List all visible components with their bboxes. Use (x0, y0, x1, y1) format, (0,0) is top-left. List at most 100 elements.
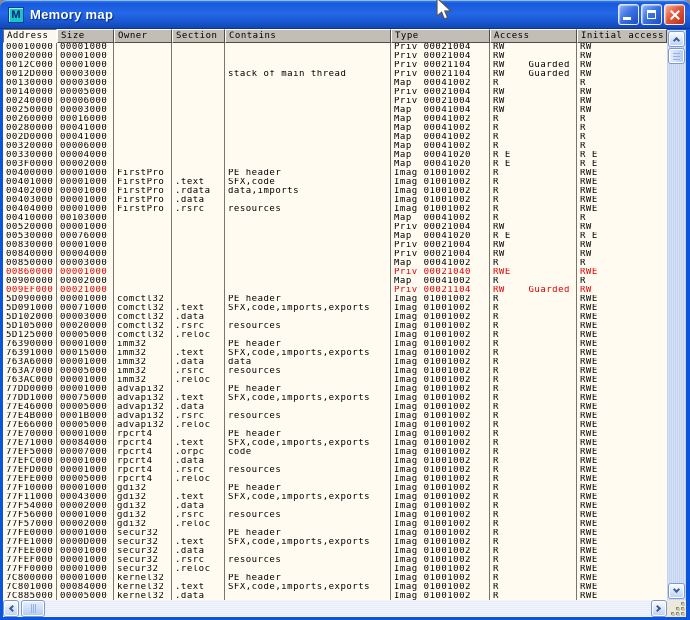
table-row[interactable]: 77E4B0000001B000advapi32.rsrcresourcesIm… (3, 412, 667, 421)
maximize-button[interactable] (641, 4, 662, 25)
table-row[interactable]: 003F000000002000Map 00041020R ER E (3, 160, 667, 169)
table-row[interactable]: 77E6600000005000advapi32.relocImag 01001… (3, 421, 667, 430)
table-row[interactable]: 0026000000016000Map 00041002RR (3, 115, 667, 124)
scroll-up-button[interactable] (668, 31, 685, 47)
scroll-right-button[interactable] (651, 600, 667, 617)
table-row[interactable]: 0025000000003000Map 00041004RWRW (3, 106, 667, 115)
table-row[interactable]: 009EF00000021000Priv 00021104RW GuardedR… (3, 286, 667, 295)
table-row[interactable]: 5D09100000071000comctl32.textSFX,code,im… (3, 304, 667, 313)
column-header-type[interactable]: Type (391, 29, 490, 43)
table-row[interactable]: 0052000000001000Priv 00021004RWRW (3, 223, 667, 232)
table-row[interactable]: 77EFC00000001000rpcrt4.dataImag 01001002… (3, 457, 667, 466)
table-row[interactable]: 0028000000041000Map 00041002RR (3, 124, 667, 133)
table-row[interactable]: 0040300000001000FirstPro.dataImag 010010… (3, 196, 667, 205)
column-header-owner[interactable]: Owner (114, 29, 172, 43)
table-row[interactable]: 5D10500000020000comctl32.rsrcresourcesIm… (3, 322, 667, 331)
cell-contains (225, 421, 391, 430)
column-header-address[interactable]: Address (3, 29, 57, 43)
table-row[interactable]: 0040000000001000FirstProPE headerImag 01… (3, 169, 667, 178)
cell-address: 00320000 (3, 142, 57, 151)
cell-initial-access: RWE (577, 592, 667, 600)
cell-access: R (490, 133, 577, 142)
minimize-button[interactable] (618, 4, 639, 25)
vertical-scrollbar[interactable] (667, 30, 686, 600)
table-row[interactable]: 77F1100000043000gdi32.textSFX,code,impor… (3, 493, 667, 502)
table-row[interactable]: 0090000000002000Map 00041002RR (3, 277, 667, 286)
resize-grip[interactable] (672, 603, 685, 616)
table-row[interactable]: 77FE10000000D000secur32.textSFX,code,imp… (3, 538, 667, 547)
table-row[interactable]: 7C80100000084000kernel32.textSFX,code,im… (3, 583, 667, 592)
table-row[interactable]: 0013000000003000Map 00041002RR (3, 79, 667, 88)
table-row[interactable]: 77FEE00000001000secur32.dataImag 0100100… (3, 547, 667, 556)
close-button[interactable] (664, 4, 685, 25)
table-row[interactable]: 0040200000001000FirstPro.rdatadata,impor… (3, 187, 667, 196)
table-row[interactable]: 5D10200000003000comctl32.dataImag 010010… (3, 313, 667, 322)
table-row[interactable]: 0040100000001000FirstPro.textSFX,codeIma… (3, 178, 667, 187)
table-row[interactable]: 763AC00000001000imm32.relocImag 01001002… (3, 376, 667, 385)
column-header-section[interactable]: Section (172, 29, 225, 43)
table-row[interactable]: 763A700000005000imm32.rsrcresourcesImag … (3, 367, 667, 376)
cell-type: Priv 00021004 (391, 43, 490, 52)
table-row[interactable]: 77DD100000075000advapi32.textSFX,code,im… (3, 394, 667, 403)
table-row[interactable]: 77F5600000001000gdi32.rsrcresourcesImag … (3, 511, 667, 520)
table-row[interactable]: 0012D00000003000stack of main threadPriv… (3, 70, 667, 79)
cell-section (172, 124, 225, 133)
table-row[interactable]: 77FF000000001000secur32.relocImag 010010… (3, 565, 667, 574)
scroll-left-button[interactable] (3, 600, 19, 617)
table-row[interactable]: 0041000000103000Map 00041002RR (3, 214, 667, 223)
table-row[interactable]: 0040400000001000FirstPro.rsrcresourcesIm… (3, 205, 667, 214)
table-row[interactable]: 763A600000001000imm32.datadataImag 01001… (3, 358, 667, 367)
cell-type: Imag 01001002 (391, 295, 490, 304)
table-row[interactable]: 7639000000001000imm32PE headerImag 01001… (3, 340, 667, 349)
scroll-down-button[interactable] (668, 583, 685, 599)
column-header-initial-access[interactable]: Initial access (577, 29, 667, 43)
table-row[interactable]: 0002000000001000Priv 00021004RWRW (3, 52, 667, 61)
table-row[interactable]: 7C88500000005000kernel32.dataImag 010010… (3, 592, 667, 600)
column-header-access[interactable]: Access (490, 29, 577, 43)
table-row[interactable]: 0083000000001000Priv 00021004RWRW (3, 241, 667, 250)
table-row[interactable]: 77E7100000084000rpcrt4.textSFX,code,impo… (3, 439, 667, 448)
table-row[interactable]: 77F1000000001000gdi32PE headerImag 01001… (3, 484, 667, 493)
table-row[interactable]: 0032000000006000Map 00041002RR (3, 142, 667, 151)
table-row[interactable]: 7C80000000001000kernel32PE headerImag 01… (3, 574, 667, 583)
cell-owner (114, 97, 172, 106)
table-row[interactable]: 0024000000006000Priv 00021004RWRW (3, 97, 667, 106)
horizontal-scrollbar[interactable] (3, 600, 667, 617)
table-row[interactable]: 0012C00000001000Priv 00021104RW GuardedR… (3, 61, 667, 70)
table-row[interactable]: 0033000000004000Map 00041020R ER E (3, 151, 667, 160)
table-row[interactable]: 002D000000041000Map 00041002RR (3, 133, 667, 142)
table-row[interactable]: 77EFD00000001000rpcrt4.rsrcresourcesImag… (3, 466, 667, 475)
cell-address: 5D091000 (3, 304, 57, 313)
table-row[interactable]: 0085000000003000Map 00041002RR (3, 259, 667, 268)
memory-map-icon[interactable]: M (8, 7, 24, 23)
table-row[interactable]: 77F5400000002000gdi32.dataImag 01001002R… (3, 502, 667, 511)
table-row[interactable]: 5D09000000001000comctl32PE headerImag 01… (3, 295, 667, 304)
table-row[interactable]: 5D12500000005000comctl32.relocImag 01001… (3, 331, 667, 340)
table-row[interactable]: 77E7000000001000rpcrt4PE headerImag 0100… (3, 430, 667, 439)
table-row[interactable]: 77EFE00000005000rpcrt4.relocImag 0100100… (3, 475, 667, 484)
table-row[interactable]: 0086000000001000Priv 00021040RWERWE (3, 268, 667, 277)
cell-access: R (490, 322, 577, 331)
vertical-scroll-thumb[interactable] (668, 48, 685, 64)
cell-address: 00520000 (3, 223, 57, 232)
cell-owner: advapi32 (114, 385, 172, 394)
table-row[interactable]: 77EF500000007000rpcrt4.orpccodeImag 0100… (3, 448, 667, 457)
horizontal-scroll-thumb[interactable] (21, 600, 45, 617)
table-row[interactable]: 77FE000000001000secur32PE headerImag 010… (3, 529, 667, 538)
table-row[interactable]: 0053000000076000Map 00041020R ER E (3, 232, 667, 241)
cell-owner: secur32 (114, 556, 172, 565)
table-row[interactable]: 7639100000015000imm32.textSFX,code,impor… (3, 349, 667, 358)
column-header-size[interactable]: Size (57, 29, 114, 43)
title-bar[interactable]: M Memory map (0, 0, 690, 29)
cell-type: Imag 01001002 (391, 574, 490, 583)
cell-size: 00103000 (57, 214, 114, 223)
table-row[interactable]: 77F5700000002000gdi32.relocImag 01001002… (3, 520, 667, 529)
table-row[interactable]: 0001000000001000Priv 00021004RWRW (3, 43, 667, 52)
table-row[interactable]: 0014000000005000Priv 00021004RWRW (3, 88, 667, 97)
column-header-contains[interactable]: Contains (225, 29, 391, 43)
cell-type: Priv 00021004 (391, 88, 490, 97)
table-row[interactable]: 77E4600000005000advapi32.dataImag 010010… (3, 403, 667, 412)
table-row[interactable]: 77FEF00000001000secur32.rsrcresourcesIma… (3, 556, 667, 565)
table-row[interactable]: 77DD000000001000advapi32PE headerImag 01… (3, 385, 667, 394)
table-row[interactable]: 0084000000004000Priv 00021004RWRW (3, 250, 667, 259)
